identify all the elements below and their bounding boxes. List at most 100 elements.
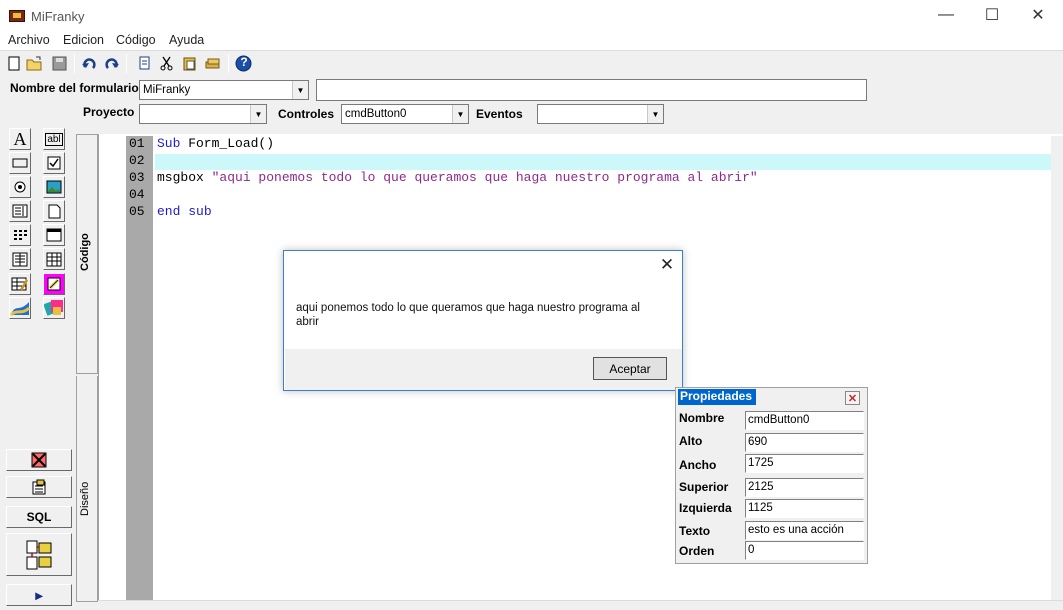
window-tool[interactable] bbox=[43, 224, 65, 246]
code-line-1[interactable]: Sub Form_Load() bbox=[157, 136, 274, 151]
redo-button[interactable] bbox=[103, 55, 120, 72]
menu-ayuda[interactable]: Ayuda bbox=[169, 33, 204, 47]
run-button[interactable]: ▸ bbox=[6, 584, 72, 606]
undo-button[interactable] bbox=[81, 55, 98, 72]
horizontal-scrollbar[interactable] bbox=[98, 600, 1063, 610]
ok-button[interactable]: Aceptar bbox=[593, 357, 667, 380]
title-bar bbox=[0, 0, 1063, 30]
help-glyph: ? bbox=[240, 55, 248, 69]
checkbox-tool[interactable] bbox=[43, 152, 65, 174]
line-number: 01 bbox=[129, 136, 145, 151]
project-combo[interactable]: ▼ bbox=[139, 104, 267, 124]
tab-diseno-label: Diseño bbox=[79, 481, 91, 516]
radio-tool[interactable] bbox=[9, 176, 31, 198]
close-icon[interactable]: ✕ bbox=[656, 255, 678, 275]
minimize-icon: — bbox=[938, 6, 954, 23]
delete-button[interactable] bbox=[6, 449, 72, 471]
prop-field-nombre[interactable]: cmdButton0 bbox=[745, 411, 864, 430]
form-name-combo[interactable]: MiFranky ▼ bbox=[139, 80, 309, 100]
grid-tool-icon bbox=[14, 230, 27, 240]
form-caption-field[interactable] bbox=[316, 79, 867, 101]
listbox-tool[interactable] bbox=[9, 200, 31, 222]
grid-tool[interactable] bbox=[9, 224, 31, 246]
sql-button[interactable]: SQL bbox=[6, 506, 72, 528]
code-line-3[interactable]: msgbox "aqui ponemos todo lo que queramo… bbox=[157, 170, 758, 185]
prop-label-texto: Texto bbox=[679, 524, 711, 538]
maximize-button[interactable]: ☐ bbox=[969, 0, 1015, 30]
label-tool[interactable]: A bbox=[9, 128, 31, 150]
prop-field-alto[interactable]: 690 bbox=[745, 433, 864, 452]
stack-button[interactable] bbox=[204, 55, 221, 72]
pencil-tool[interactable] bbox=[43, 273, 65, 295]
table-tool[interactable] bbox=[43, 248, 65, 270]
chevron-down-icon[interactable]: ▼ bbox=[647, 105, 663, 123]
line-number: 02 bbox=[129, 153, 145, 168]
save-icon bbox=[52, 56, 67, 71]
line-number: 04 bbox=[129, 187, 145, 202]
events-label: Eventos bbox=[476, 107, 523, 121]
tab-diseno[interactable]: Diseño bbox=[76, 376, 98, 602]
keyword: Sub bbox=[157, 136, 181, 151]
message-dialog: ✕ aqui ponemos todo lo que queramos que … bbox=[283, 250, 683, 391]
save-button[interactable] bbox=[51, 55, 68, 72]
prop-label-izquierda: Izquierda bbox=[679, 501, 732, 515]
chart-tool-icon bbox=[10, 302, 30, 317]
new-file-button[interactable] bbox=[5, 55, 22, 72]
minimize-button[interactable]: — bbox=[923, 0, 969, 30]
menu-edicion[interactable]: Edicion bbox=[63, 33, 104, 47]
prop-field-texto[interactable]: esto es una acción bbox=[745, 521, 864, 540]
edit-grid-tool[interactable] bbox=[9, 273, 31, 295]
paste-button[interactable] bbox=[181, 55, 198, 72]
vertical-scrollbar[interactable] bbox=[1051, 136, 1063, 600]
close-icon[interactable]: ✕ bbox=[845, 391, 860, 405]
copy-button[interactable] bbox=[136, 55, 153, 72]
chevron-down-icon[interactable]: ▼ bbox=[452, 105, 468, 123]
structure-button[interactable] bbox=[6, 533, 72, 576]
radio-tool-icon bbox=[14, 181, 26, 193]
menu-archivo[interactable]: Archivo bbox=[8, 33, 50, 47]
project-label: Proyecto bbox=[83, 105, 135, 119]
open-folder-button[interactable] bbox=[26, 55, 43, 72]
prop-field-ancho[interactable]: 1725 bbox=[745, 454, 864, 473]
cut-button[interactable] bbox=[158, 55, 175, 72]
tab-codigo-label: Código bbox=[79, 233, 91, 271]
listbox-tool-icon bbox=[12, 204, 28, 218]
prop-label-orden: Orden bbox=[679, 544, 715, 558]
frame-tool[interactable] bbox=[43, 200, 65, 222]
prop-field-superior[interactable]: 2125 bbox=[745, 478, 864, 497]
current-line-highlight bbox=[155, 154, 1051, 170]
maximize-icon: ☐ bbox=[984, 7, 1000, 24]
checkbox-tool-icon bbox=[47, 156, 61, 170]
window-title: MiFranky bbox=[31, 9, 85, 24]
copy-icon bbox=[139, 56, 150, 70]
chevron-down-icon[interactable]: ▼ bbox=[250, 105, 266, 123]
toolbar-separator bbox=[126, 54, 127, 73]
new-file-icon bbox=[8, 56, 19, 71]
prop-field-izquierda[interactable]: 1125 bbox=[745, 499, 864, 518]
controls-value: cmdButton0 bbox=[345, 108, 407, 120]
button-tool[interactable] bbox=[9, 152, 31, 174]
controls-combo[interactable]: cmdButton0 ▼ bbox=[341, 104, 469, 124]
edit-grid-tool-icon bbox=[11, 277, 29, 291]
events-combo[interactable]: ▼ bbox=[537, 104, 664, 124]
properties-button[interactable] bbox=[6, 476, 72, 498]
report-tool[interactable] bbox=[9, 248, 31, 270]
menu-codigo[interactable]: Código bbox=[116, 33, 156, 47]
image-tool[interactable] bbox=[43, 176, 65, 198]
shapes-tool[interactable] bbox=[43, 297, 65, 319]
form-name-value: MiFranky bbox=[143, 84, 191, 96]
chevron-down-icon[interactable]: ▼ bbox=[292, 81, 308, 99]
stack-icon bbox=[205, 58, 220, 69]
code-line-5[interactable]: end sub bbox=[157, 204, 212, 219]
chart-tool[interactable] bbox=[9, 297, 31, 319]
keyword: sub bbox=[188, 204, 212, 219]
tab-codigo[interactable]: Código bbox=[76, 134, 98, 374]
prop-field-orden[interactable]: 0 bbox=[745, 541, 864, 560]
redo-icon bbox=[105, 58, 119, 69]
textbox-tool[interactable]: abl bbox=[43, 128, 65, 150]
menu-bar bbox=[0, 30, 1063, 50]
report-tool-icon bbox=[12, 252, 28, 266]
close-button[interactable]: ✕ bbox=[1015, 0, 1061, 30]
table-tool-icon bbox=[46, 252, 62, 266]
toolbar-separator bbox=[228, 54, 229, 73]
